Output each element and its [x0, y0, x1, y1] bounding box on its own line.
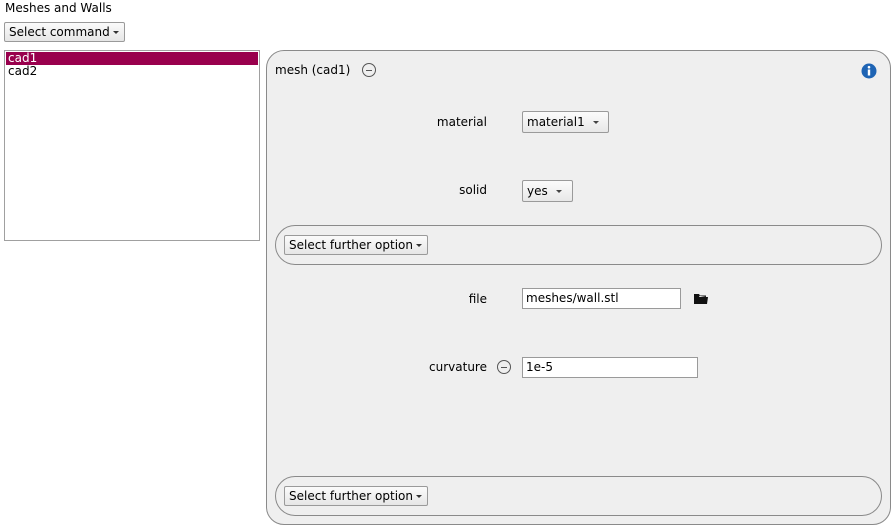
solid-select[interactable]: yes: [522, 180, 573, 202]
info-icon[interactable]: [861, 63, 877, 79]
chevron-down-icon: [415, 244, 422, 247]
file-input[interactable]: meshes/wall.stl: [522, 288, 681, 309]
material-value: material1: [527, 115, 585, 129]
material-select[interactable]: material1: [522, 111, 609, 133]
list-item-cad2[interactable]: cad2: [6, 65, 258, 78]
mesh-panel: mesh (cad1) material material1 solid yes…: [266, 50, 891, 525]
panel-title: mesh (cad1): [275, 63, 351, 77]
select-command-label: Select command: [9, 25, 110, 39]
further-option-group-2: Select further option: [275, 476, 882, 516]
chevron-down-icon: [555, 190, 562, 193]
select-command-button[interactable]: Select command: [4, 22, 125, 42]
solid-label: solid: [459, 183, 487, 197]
chevron-down-icon: [415, 495, 422, 498]
further-option-label-1: Select further option: [289, 238, 413, 252]
chevron-down-icon: [592, 121, 599, 124]
select-further-option-button-2[interactable]: Select further option: [284, 486, 428, 506]
folder-icon[interactable]: [694, 293, 708, 305]
further-option-label-2: Select further option: [289, 489, 413, 503]
material-label: material: [436, 115, 487, 129]
file-label: file: [468, 292, 487, 306]
list-item-cad1[interactable]: cad1: [6, 52, 258, 65]
curvature-label: curvature: [429, 360, 487, 374]
solid-value: yes: [527, 184, 548, 198]
meshes-walls-page: Meshes and Walls Select command cad1 cad…: [0, 0, 896, 528]
mesh-list[interactable]: cad1 cad2: [4, 50, 260, 241]
collapse-minus-icon[interactable]: [362, 63, 376, 77]
select-further-option-button-1[interactable]: Select further option: [284, 235, 428, 255]
section-title: Meshes and Walls: [5, 1, 112, 15]
curvature-input[interactable]: 1e-5: [522, 357, 698, 378]
remove-curvature-minus-icon[interactable]: [497, 360, 511, 374]
further-option-group-1: Select further option: [275, 225, 882, 265]
chevron-down-icon: [112, 31, 119, 34]
